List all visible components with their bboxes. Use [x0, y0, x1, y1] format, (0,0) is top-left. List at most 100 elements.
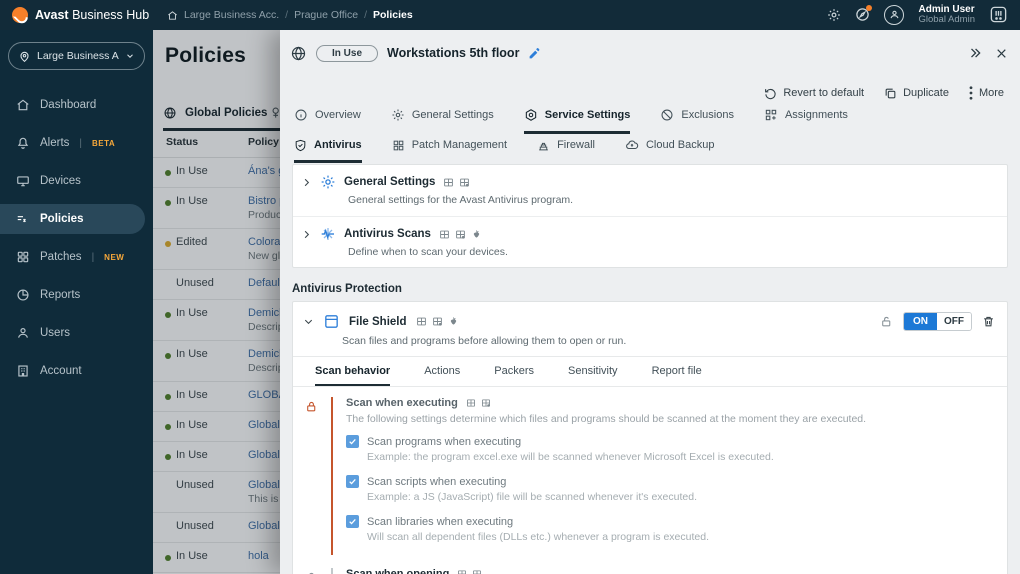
tab-general-settings[interactable]: General Settings	[391, 108, 494, 134]
windows-icon	[466, 398, 476, 408]
lock-closed-icon[interactable]	[305, 397, 331, 555]
collapse-panel-icon[interactable]	[966, 44, 984, 62]
subtab-antivirus[interactable]: Antivirus	[294, 138, 362, 163]
sidebar-item-users[interactable]: Users	[0, 318, 153, 348]
section-antivirus-scans[interactable]: Antivirus Scans Define when to scan your…	[293, 216, 1007, 267]
general-settings-gear-icon	[320, 174, 336, 190]
section-title: Antivirus Scans	[344, 228, 431, 240]
panel-tabs: Overview General Settings Service Settin…	[294, 108, 1020, 134]
explore-compass-icon[interactable]	[855, 5, 873, 22]
tab-report-file[interactable]: Report file	[652, 365, 702, 386]
tab-label: Exclusions	[681, 109, 734, 121]
avatar[interactable]	[884, 4, 905, 25]
option-label[interactable]: Scan libraries when executing	[367, 516, 513, 528]
status-dot	[165, 353, 171, 359]
trash-icon[interactable]	[982, 315, 995, 328]
breadcrumb-item[interactable]: Large Business Acc.	[184, 9, 279, 21]
revert-to-default-button[interactable]: Revert to default	[764, 87, 864, 100]
brand[interactable]: Avast Business Hub	[0, 7, 153, 23]
windows-server-icon	[432, 316, 443, 327]
new-badge: NEW	[104, 252, 125, 262]
patches-grid-icon	[16, 250, 30, 264]
row-status: In Use	[176, 165, 208, 177]
global-policy-globe-icon	[290, 45, 307, 62]
home-icon[interactable]	[167, 10, 178, 21]
windows-server-icon	[472, 569, 482, 574]
sidebar-item-dashboard[interactable]: Dashboard	[0, 90, 153, 120]
policy-link[interactable]: hola	[248, 550, 269, 562]
option-label[interactable]: Scan scripts when executing	[367, 476, 506, 488]
duplicate-button[interactable]: Duplicate	[884, 87, 949, 100]
settings-gear-icon[interactable]	[827, 8, 841, 22]
tab-assignments[interactable]: Assignments	[764, 108, 848, 134]
firewall-icon	[537, 139, 550, 152]
subtab-patch-management[interactable]: Patch Management	[392, 138, 507, 163]
edit-pencil-icon[interactable]	[528, 47, 541, 60]
chevron-right-icon[interactable]	[301, 177, 312, 188]
option-label[interactable]: Scan programs when executing	[367, 436, 521, 448]
tab-sensitivity[interactable]: Sensitivity	[568, 365, 618, 386]
windows-icon	[416, 316, 427, 327]
file-shield-card: File Shield ON OFF Scan files and progra…	[292, 301, 1008, 574]
group-title: Scan when executing	[346, 397, 458, 409]
sidebar-item-patches[interactable]: Patches | NEW	[0, 242, 153, 272]
group-scan-when-opening: Scan when opening Use the following sett…	[305, 568, 991, 574]
checkbox-checked[interactable]	[346, 515, 359, 528]
tab-global-policies[interactable]: Global Policies	[163, 106, 267, 120]
breadcrumb-separator: /	[285, 9, 289, 21]
row-status: In Use	[176, 550, 208, 562]
account-selector[interactable]: Large Business Acc.	[8, 42, 145, 70]
company-switcher-icon[interactable]	[989, 5, 1008, 24]
chevron-right-icon[interactable]	[301, 229, 312, 240]
user-menu[interactable]: Admin User Global Admin	[918, 4, 975, 26]
policy-title: Workstations 5th floor	[387, 46, 520, 60]
tab-scan-behavior[interactable]: Scan behavior	[315, 365, 391, 386]
toggle-off[interactable]: OFF	[937, 313, 971, 330]
pie-chart-icon	[16, 288, 30, 302]
sidebar-item-label: Devices	[40, 175, 81, 187]
status-dot	[165, 312, 171, 318]
sidebar-item-label: Alerts	[40, 137, 70, 149]
row-status: In Use	[176, 419, 208, 431]
service-subtabs: Antivirus Patch Management Firewall Clou…	[294, 138, 1020, 163]
status-dot	[165, 454, 171, 460]
subtab-cloud-backup[interactable]: Cloud Backup	[625, 138, 714, 163]
section-general-settings[interactable]: General Settings General settings for th…	[293, 165, 1007, 216]
sidebar-item-reports[interactable]: Reports	[0, 280, 153, 310]
breadcrumb: Large Business Acc. / Prague Office / Po…	[167, 9, 413, 21]
breadcrumb-separator: /	[364, 9, 367, 21]
settings-sections-card: General Settings General settings for th…	[292, 164, 1008, 268]
checkbox-checked[interactable]	[346, 435, 359, 448]
subtab-firewall[interactable]: Firewall	[537, 138, 595, 163]
tab-exclusions[interactable]: Exclusions	[660, 108, 734, 134]
lock-open-icon[interactable]	[880, 315, 893, 328]
tab-packers[interactable]: Packers	[494, 365, 534, 386]
cloud-icon	[625, 138, 639, 152]
breadcrumb-item[interactable]: Prague Office	[294, 9, 358, 21]
antivirus-protection-heading: Antivirus Protection	[292, 283, 402, 295]
status-dot	[165, 424, 171, 430]
row-status: Edited	[176, 236, 208, 248]
tab-overview[interactable]: Overview	[294, 108, 361, 134]
tab-service-settings[interactable]: Service Settings	[523, 108, 631, 134]
toggle-on[interactable]: ON	[904, 313, 937, 330]
badge-divider: |	[91, 251, 95, 263]
panel-header: In Use Workstations 5th floor	[290, 40, 1010, 66]
checkbox-checked[interactable]	[346, 475, 359, 488]
subtab-label: Patch Management	[411, 139, 508, 151]
lock-open-icon[interactable]	[305, 568, 331, 574]
sidebar-item-devices[interactable]: Devices	[0, 166, 153, 196]
sidebar-item-alerts[interactable]: Alerts | BETA	[0, 128, 153, 158]
sidebar-item-label: Dashboard	[40, 99, 97, 111]
row-status: In Use	[176, 307, 208, 319]
brand-rest: Business Hub	[68, 8, 150, 22]
breadcrumb-current: Policies	[373, 9, 413, 21]
tab-actions[interactable]: Actions	[424, 365, 460, 386]
close-icon[interactable]	[993, 45, 1010, 62]
chevron-down-icon[interactable]	[303, 316, 314, 327]
building-icon	[16, 364, 30, 378]
more-button[interactable]: More	[969, 86, 1004, 100]
platform-icons	[466, 398, 491, 408]
sidebar-item-account[interactable]: Account	[0, 356, 153, 386]
sidebar-item-policies[interactable]: Policies	[0, 204, 145, 234]
